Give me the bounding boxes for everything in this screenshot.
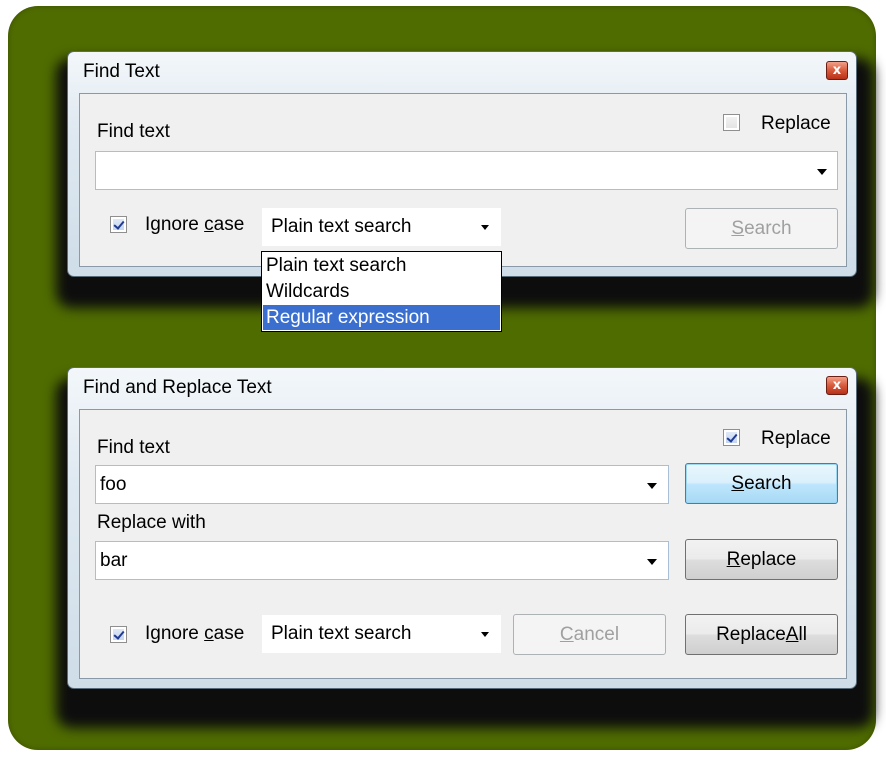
replace-search-mode-select[interactable]: Plain text search [262,615,501,653]
chevron-down-icon[interactable] [647,482,657,489]
checkmark-icon [113,629,124,640]
chevron-down-icon[interactable] [481,632,489,637]
replace-mode-checkbox[interactable] [723,429,740,446]
checkmark-icon [726,432,737,443]
find-text-combobox[interactable] [95,151,838,190]
close-icon: x [832,63,842,78]
replace-all-button[interactable]: Replace All [685,614,838,655]
find-dialog-close-button[interactable]: x [826,61,848,80]
search-mode-dropdown-list[interactable]: Plain text search Wildcards Regular expr… [261,251,502,332]
replace-checkbox[interactable] [723,114,740,131]
dropdown-option-plain-text[interactable]: Plain text search [263,253,500,278]
replace-with-label: Replace with [97,512,206,533]
dropdown-option-regular-expression[interactable]: Regular expression [263,305,500,330]
replace-find-text-value[interactable]: foo [100,474,126,496]
chevron-down-icon[interactable] [817,168,827,175]
replace-search-button[interactable]: Search [685,463,838,504]
replace-find-text-combobox[interactable]: foo [95,465,669,504]
cancel-button[interactable]: Cancel [513,614,666,655]
replace-button[interactable]: Replace [685,539,838,580]
checkmark-icon [113,219,124,230]
ignore-case-checkbox[interactable] [110,216,127,233]
replace-ignore-case-checkbox[interactable] [110,626,127,643]
dropdown-option-wildcards[interactable]: Wildcards [263,279,500,304]
chevron-down-icon[interactable] [647,558,657,565]
replace-checkbox-label[interactable]: Replace [761,113,831,135]
chevron-down-icon[interactable] [481,225,489,230]
replace-dialog-title: Find and Replace Text [83,377,272,398]
close-icon: x [832,378,842,393]
find-dialog-title: Find Text [83,61,160,82]
replace-with-combobox[interactable]: bar [95,541,669,580]
search-mode-value[interactable]: Plain text search [271,216,411,238]
replace-with-value[interactable]: bar [100,550,127,572]
replace-ignore-case-label[interactable]: Ignore case [145,623,244,645]
find-text-label: Find text [97,121,170,142]
replace-search-mode-value[interactable]: Plain text search [271,623,411,645]
replace-mode-checkbox-label[interactable]: Replace [761,428,831,450]
replace-find-text-label: Find text [97,437,170,458]
search-button[interactable]: Search [685,208,838,249]
search-mode-select[interactable]: Plain text search [262,208,501,246]
replace-dialog-close-button[interactable]: x [826,376,848,395]
ignore-case-label[interactable]: Ignore case [145,214,244,236]
